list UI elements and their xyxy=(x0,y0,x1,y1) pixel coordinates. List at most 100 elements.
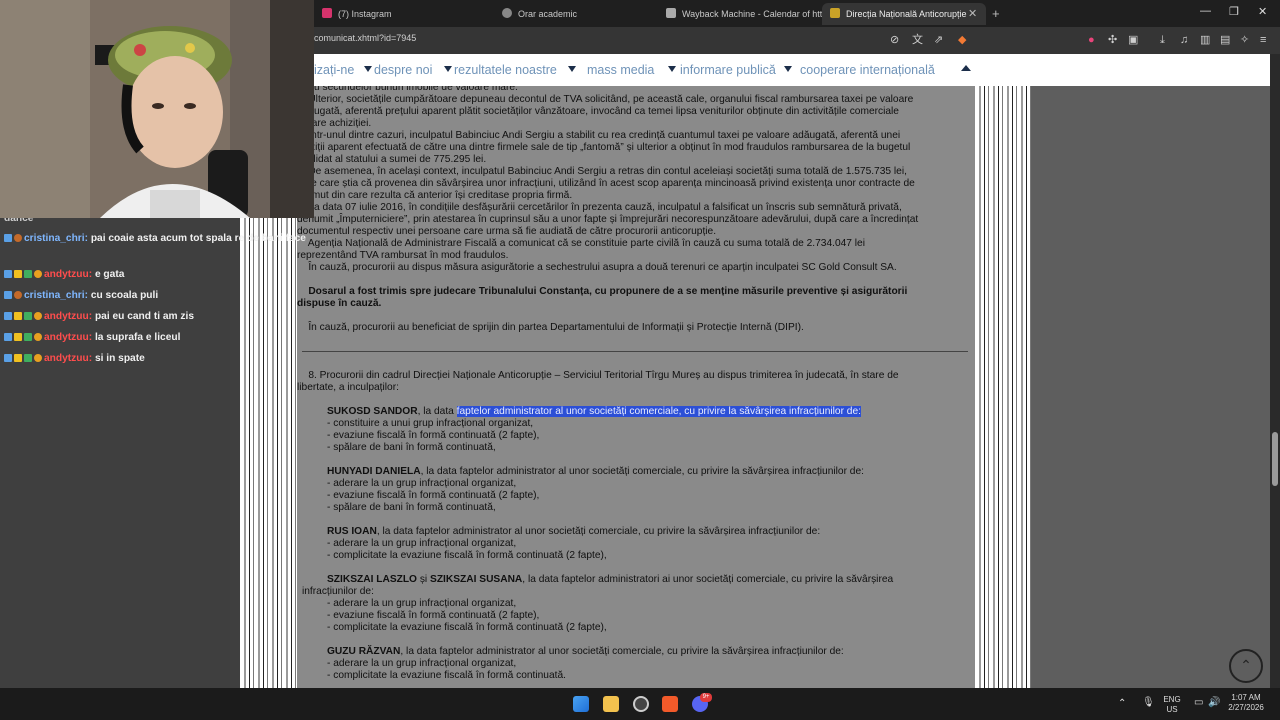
sub-tier-badge-icon xyxy=(24,270,32,278)
volume-icon[interactable]: 🔊 xyxy=(1208,698,1220,708)
language-indicator[interactable]: ENG US xyxy=(1160,695,1184,715)
tab-instagram[interactable]: (7) Instagram xyxy=(322,3,392,25)
lang-label: ENG xyxy=(1163,695,1181,704)
chat-username[interactable]: andytzuu: xyxy=(44,332,92,343)
defendant-name: SZIKSZAI SUSANA xyxy=(430,574,523,585)
nav-rezultate[interactable]: rezultatele noastre xyxy=(454,63,557,77)
charge-item: - complicitate la evaziune fiscală în fo… xyxy=(327,670,566,681)
chat-username[interactable]: andytzuu: xyxy=(44,269,92,280)
file-explorer-icon[interactable] xyxy=(603,696,619,712)
close-window-button[interactable]: ✕ xyxy=(1258,5,1267,18)
media-icon[interactable]: ♫ xyxy=(1180,33,1188,47)
translate-icon[interactable]: 文 xyxy=(912,33,923,47)
bold-paragraph-line: dispuse în cauză. xyxy=(297,298,382,309)
text-line: Ulterior, societățile cumpărătoare depun… xyxy=(297,94,914,105)
text-line: documentul respectiv unei persoane care … xyxy=(297,226,717,237)
chevron-down-icon[interactable] xyxy=(784,66,792,72)
microphone-icon[interactable]: 🎙 xyxy=(1142,698,1155,708)
nav-cooperare[interactable]: cooperare internațională xyxy=(800,63,935,77)
globe-icon xyxy=(502,8,512,18)
tab-dna[interactable]: Direcția Națională Anticorupție xyxy=(822,3,986,25)
obs-icon[interactable] xyxy=(633,696,649,712)
close-tab-icon[interactable]: ✕ xyxy=(968,3,977,25)
charge-item: - aderare la un grup infracțional organi… xyxy=(327,538,517,549)
text-line: spre care știa că provenea din săvârșire… xyxy=(297,178,915,189)
moderator-badge-icon xyxy=(4,354,12,362)
charge-item: - aderare la un grup infracțional organi… xyxy=(327,658,517,669)
bits-badge-icon xyxy=(34,354,42,362)
chat-message: andytzuu: la suprafa e liceul xyxy=(4,331,320,344)
defendant-desc: , la data xyxy=(417,406,457,417)
chat-message: andytzuu: e gata xyxy=(4,268,320,281)
text-line: adăugată, aferentă prețului aparent plăt… xyxy=(297,106,899,117)
defendant-entry: SZIKSZAI LASZLO și SZIKSZAI SUSANA, la d… xyxy=(327,574,975,586)
brave-browser-icon[interactable] xyxy=(662,696,678,712)
scroll-to-top-button[interactable]: ⌃ xyxy=(1229,649,1263,683)
defendant-name: HUNYADI DANIELA xyxy=(327,466,421,477)
share-icon[interactable]: ⇗ xyxy=(934,33,943,47)
wallet-icon[interactable]: ▣ xyxy=(1128,33,1138,47)
chevron-down-icon[interactable] xyxy=(568,66,576,72)
crown-badge-icon xyxy=(14,312,22,320)
charge-item: - spălare de bani în formă continuată, xyxy=(327,502,496,513)
wayback-icon xyxy=(666,8,676,18)
defendant-entry: SUKOSD SANDOR, la data faptelor administ… xyxy=(327,406,975,418)
chevron-down-icon[interactable] xyxy=(444,66,452,72)
restore-button[interactable]: ❐ xyxy=(1229,5,1239,18)
nav-contact[interactable]: izați-ne xyxy=(314,63,354,77)
leo-ai-icon[interactable]: ✧ xyxy=(1240,33,1249,47)
chat-username[interactable]: cristina_chri: xyxy=(24,290,88,301)
chat-text: pai coaie asta acum tot spala re de bani… xyxy=(87,233,306,244)
date-label: 2/27/2026 xyxy=(1228,703,1264,712)
chat-text: e gata xyxy=(92,269,125,280)
nav-despre-noi[interactable]: despre noi xyxy=(374,63,432,77)
windows-start-icon[interactable] xyxy=(573,696,589,712)
extensions-icon[interactable]: ✣ xyxy=(1108,33,1117,47)
url-field[interactable]: comunicat.xhtml?id=7945 xyxy=(314,33,416,43)
chat-username[interactable]: cristina_chri: xyxy=(24,233,88,244)
menu-icon[interactable]: ≡ xyxy=(1260,33,1266,47)
tab-orar[interactable]: Orar academic xyxy=(502,3,577,25)
chat-username[interactable]: andytzuu: xyxy=(44,311,92,322)
selected-text: faptelor administrator al unor societăți… xyxy=(456,406,861,417)
chevron-up-icon[interactable] xyxy=(961,65,971,71)
clock[interactable]: 1:07 AM 2/27/2026 xyxy=(1224,693,1268,713)
download-icon[interactable]: ⤓ xyxy=(1160,33,1165,47)
wallet-2-icon[interactable]: ▤ xyxy=(1220,33,1230,47)
chevron-down-icon[interactable] xyxy=(668,66,676,72)
defendant-name: RUS IOAN xyxy=(327,526,377,537)
tray-chevron-up-icon[interactable]: ⌃ xyxy=(1118,699,1126,709)
chat-message: cristina_chri: pai coaie asta acum tot s… xyxy=(4,232,320,245)
minimize-button[interactable]: — xyxy=(1200,5,1211,17)
new-tab-button[interactable]: + xyxy=(992,3,1000,25)
webcam-feed-image xyxy=(0,0,314,218)
chat-text: si in spate xyxy=(92,353,145,364)
nav-mass-media[interactable]: mass media xyxy=(587,63,654,77)
brave-shield-icon[interactable]: ◆ xyxy=(958,33,966,47)
vpn-icon[interactable]: ● xyxy=(1088,33,1095,47)
charge-item: - evaziune fiscală în formă continuată (… xyxy=(327,430,540,441)
eye-off-icon[interactable]: ⊘ xyxy=(890,33,899,47)
tab-label: (7) Instagram xyxy=(338,9,392,19)
bits-badge-icon xyxy=(34,312,42,320)
joiner: și xyxy=(417,574,431,585)
charge-item: - complicitate la evaziune fiscală în fo… xyxy=(327,622,607,633)
sub-tier-badge-icon xyxy=(24,312,32,320)
sub-tier-badge-icon xyxy=(24,333,32,341)
page-scrollbar[interactable] xyxy=(1270,54,1280,688)
charge-item: - evaziune fiscală în formă continuată (… xyxy=(327,610,540,621)
bold-paragraph-line: Dosarul a fost trimis spre judecare Trib… xyxy=(297,286,908,297)
moderator-badge-icon xyxy=(4,270,12,278)
chevron-down-icon[interactable] xyxy=(364,66,372,72)
scrollbar-thumb[interactable] xyxy=(1272,432,1278,486)
chat-username[interactable]: andytzuu: xyxy=(44,353,92,364)
text-line: În cauză, procurorii au dispus măsura as… xyxy=(297,262,897,273)
tab-wayback[interactable]: Wayback Machine - Calendar of http: xyxy=(666,3,830,25)
tab-label: Orar academic xyxy=(518,9,578,19)
defendant-desc: , la data faptelor administrator al unor… xyxy=(376,526,821,537)
text-line: Agenția Națională de Administrare Fiscal… xyxy=(297,238,865,249)
sidebar-icon[interactable]: ▥ xyxy=(1200,33,1210,47)
network-icon[interactable]: ▭ xyxy=(1194,698,1203,708)
nav-informare[interactable]: informare publică xyxy=(680,63,776,77)
text-line: deau secundelor bunuri imobile de valoar… xyxy=(297,86,518,93)
